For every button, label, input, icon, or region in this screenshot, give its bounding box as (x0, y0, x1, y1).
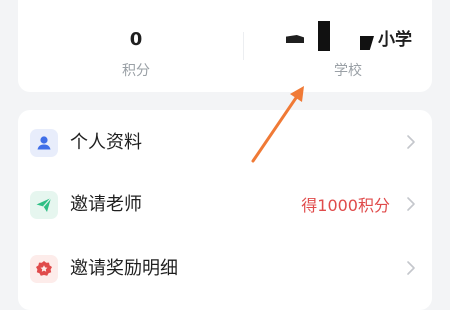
school-label: 学校 (334, 63, 362, 79)
points-value: 0 (129, 29, 143, 50)
menu-card: 个人资料 邀请老师 得1000积分 邀请奖励明细 (18, 110, 432, 310)
menu-item-profile[interactable]: 个人资料 (18, 112, 432, 174)
menu-item-invite-teacher[interactable]: 邀请老师 得1000积分 (18, 174, 432, 236)
paper-plane-icon (30, 191, 58, 219)
redaction-mark (286, 35, 304, 43)
school-stat[interactable]: 小学 学校 (248, 21, 448, 80)
reward-points-text: 得1000积分 (301, 196, 390, 215)
menu-item-label: 邀请老师 (70, 194, 142, 215)
stats-card: 0 积分 小学 学校 (18, 0, 432, 92)
points-label: 积分 (122, 63, 150, 79)
menu-item-label: 邀请奖励明细 (70, 258, 178, 279)
stats-divider (243, 32, 244, 60)
points-stat[interactable]: 0 积分 (36, 28, 236, 80)
chevron-right-icon (407, 197, 415, 211)
school-name-suffix: 小学 (378, 30, 412, 50)
chevron-right-icon (407, 135, 415, 149)
person-icon (30, 129, 58, 157)
menu-item-label: 个人资料 (70, 132, 142, 153)
award-badge-icon (30, 255, 58, 283)
school-value: 小学 (248, 21, 448, 52)
menu-item-invite-rewards[interactable]: 邀请奖励明细 (18, 238, 432, 300)
chevron-right-icon (407, 261, 415, 275)
redaction-mark (318, 21, 330, 51)
redaction-mark (360, 36, 374, 50)
